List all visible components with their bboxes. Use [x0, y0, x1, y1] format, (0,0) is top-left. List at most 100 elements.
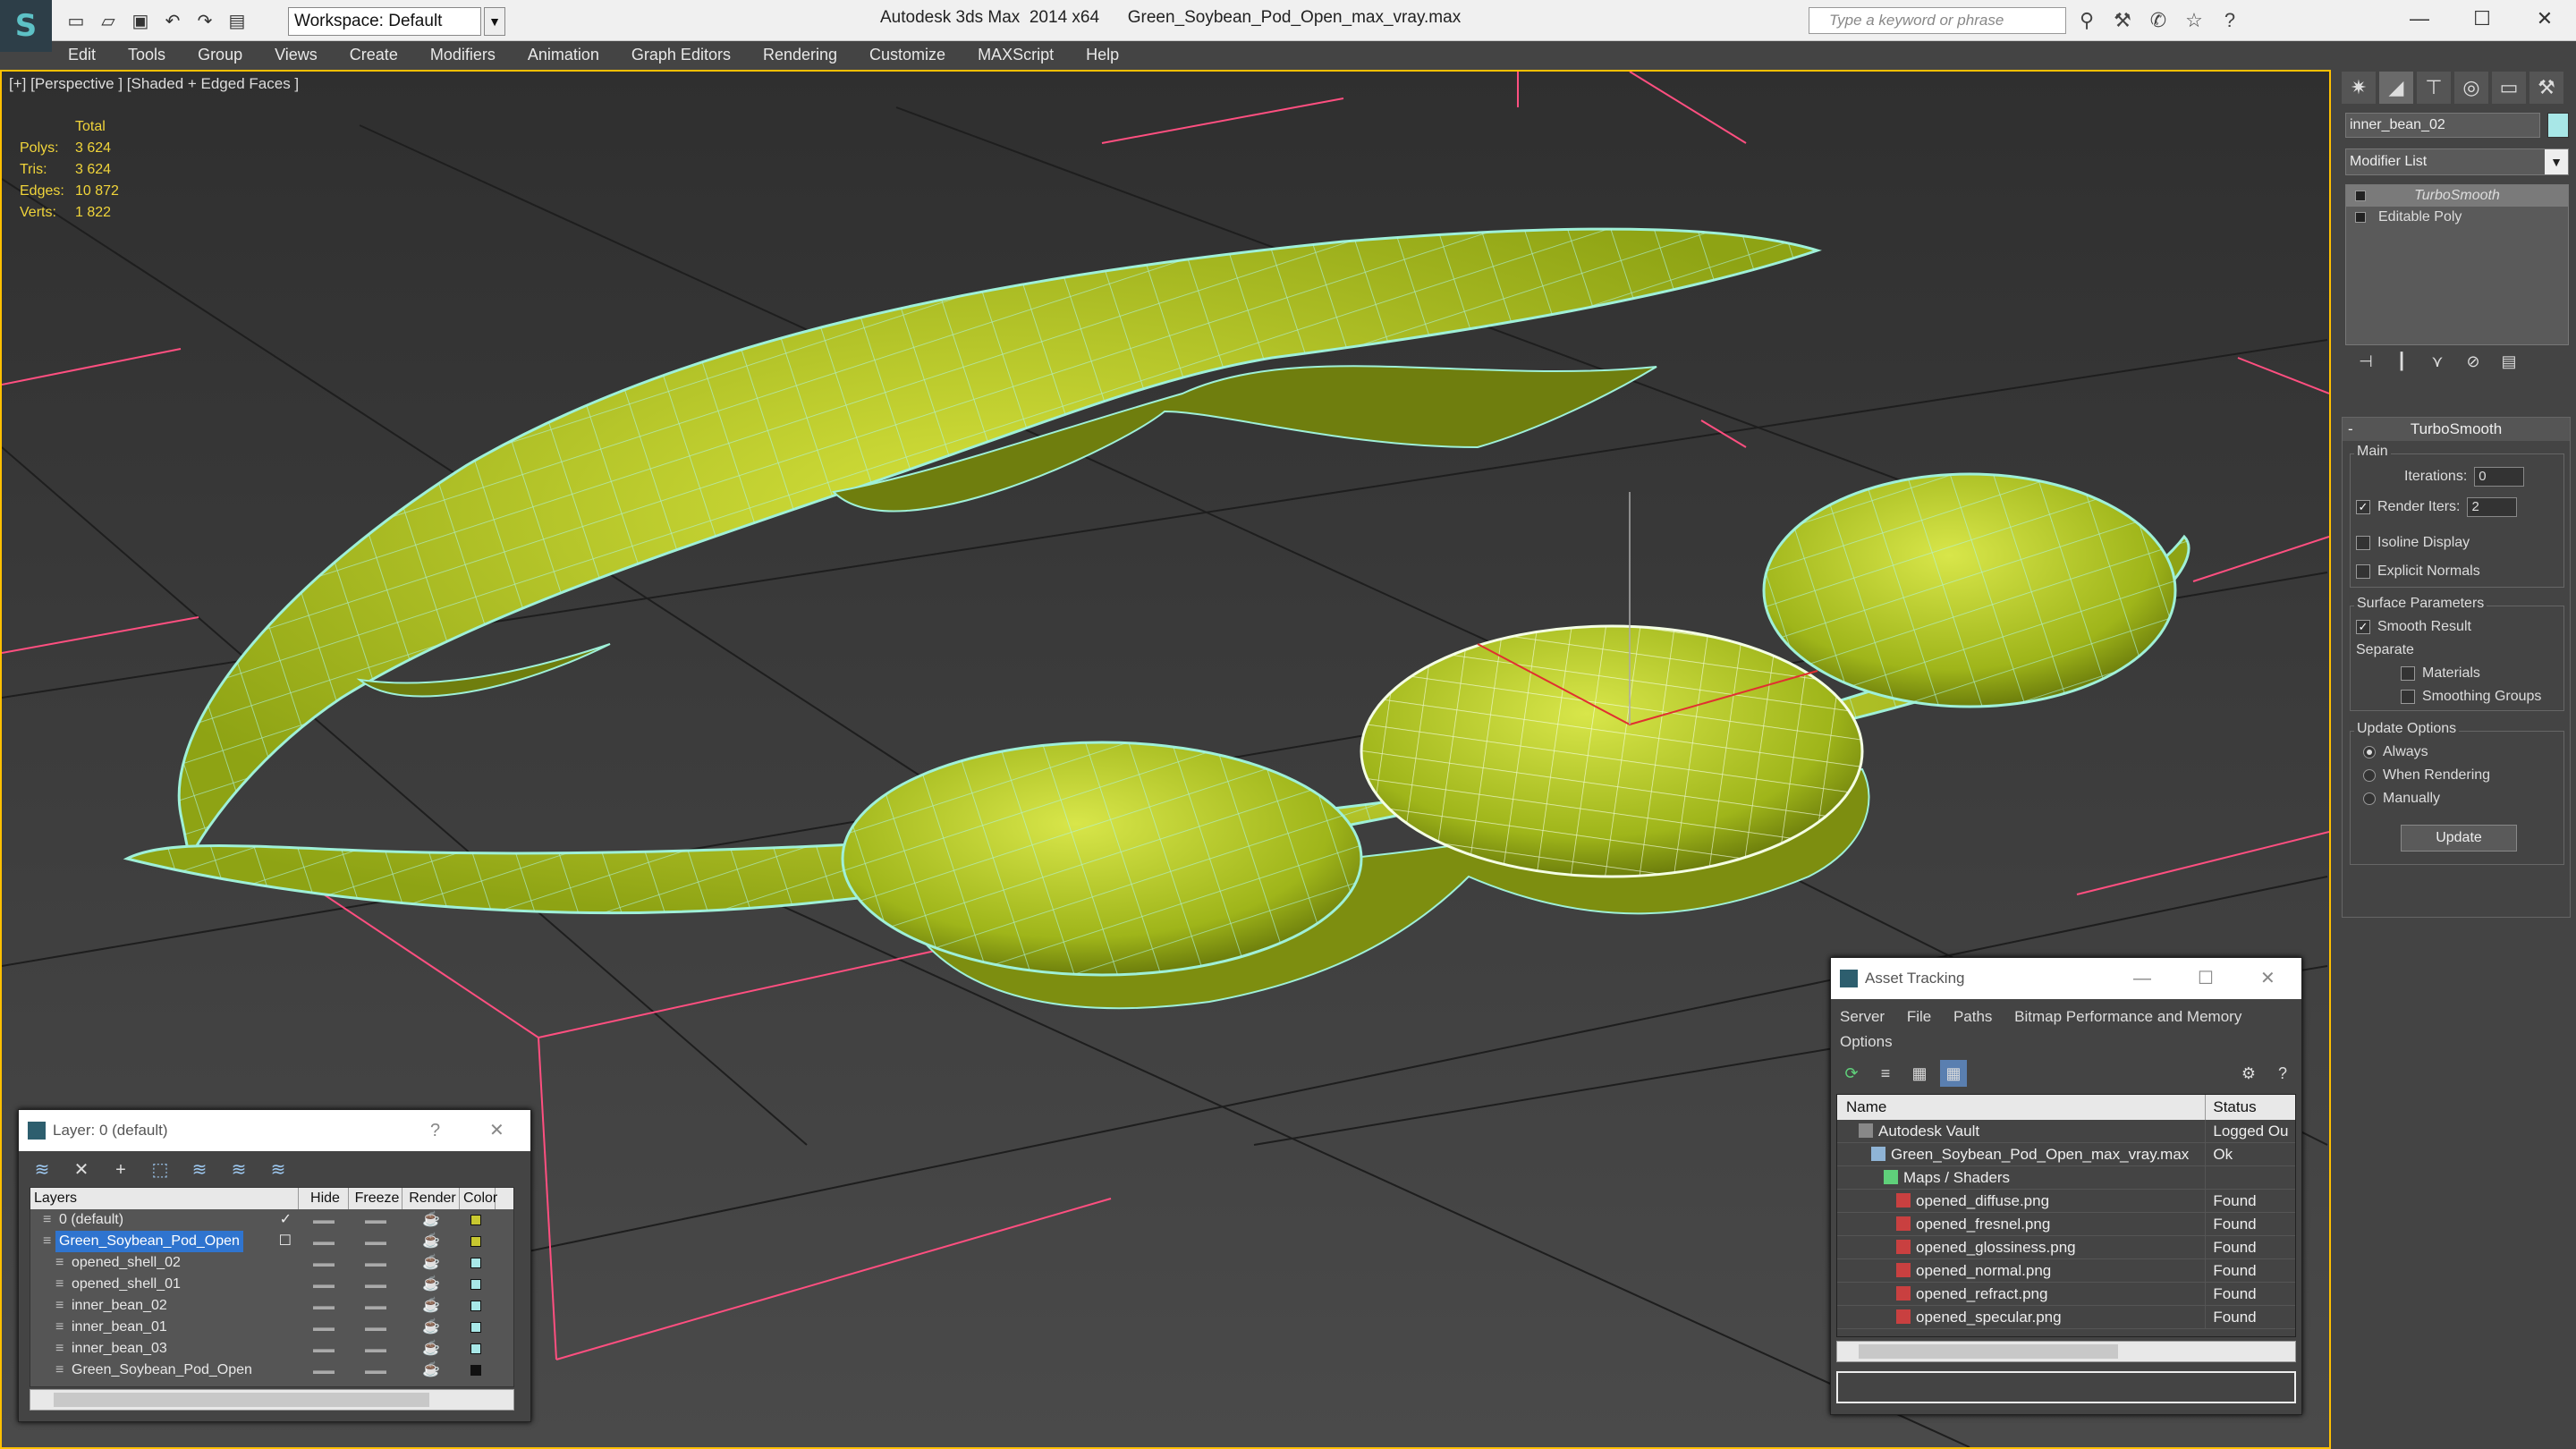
hide-toggle[interactable]: ▬▬	[299, 1360, 349, 1381]
hide-toggle[interactable]: ▬▬	[299, 1274, 349, 1295]
layer-name[interactable]: 0 (default)	[55, 1209, 127, 1231]
manually-radio[interactable]	[2363, 792, 2376, 805]
save-file-icon[interactable]: ▣	[127, 7, 154, 34]
menu-file[interactable]: File	[1907, 1008, 1931, 1025]
close-icon[interactable]: ✕	[489, 1110, 504, 1151]
inner-bean-01[interactable]	[841, 741, 1363, 977]
new-layer-icon[interactable]: ≋	[28, 1157, 56, 1183]
help-icon[interactable]: ?	[430, 1110, 440, 1151]
layer-color-swatch[interactable]	[470, 1215, 481, 1225]
stack-item-editable-poly[interactable]: Editable Poly	[2346, 207, 2568, 228]
rollout-header[interactable]: - TurboSmooth	[2343, 418, 2570, 441]
table-view-icon[interactable]: ▦	[1940, 1060, 1967, 1087]
stack-item-turbosmooth[interactable]: TurboSmooth	[2346, 185, 2568, 207]
hide-toggle[interactable]: ▬▬	[299, 1295, 349, 1317]
col-hide[interactable]: Hide	[299, 1188, 349, 1209]
hide-toggle[interactable]: ▬▬	[299, 1338, 349, 1360]
menu-graph-editors[interactable]: Graph Editors	[615, 41, 747, 68]
current-layer-indicator[interactable]: ✓	[280, 1209, 292, 1231]
asset-row[interactable]: Autodesk Vault Logged Ou	[1837, 1120, 2295, 1143]
menu-views[interactable]: Views	[258, 41, 334, 68]
layer-row[interactable]: opened_shell_01 ≡ ▬▬ ▬▬ ☕	[30, 1274, 513, 1295]
render-teapot-icon[interactable]: ☕	[402, 1231, 460, 1252]
freeze-toggle[interactable]: ▬▬	[349, 1231, 402, 1252]
subscription-icon[interactable]: ⚒	[2109, 7, 2136, 34]
asset-row[interactable]: Maps / Shaders	[1837, 1166, 2295, 1190]
hide-toggle[interactable]: ▬▬	[299, 1252, 349, 1274]
object-color-swatch[interactable]	[2547, 113, 2569, 138]
layer-name[interactable]: inner_bean_03	[68, 1338, 171, 1360]
undo-icon[interactable]: ↶	[159, 7, 186, 34]
minimize-icon[interactable]: —	[2388, 0, 2451, 38]
layer-color-swatch[interactable]	[470, 1279, 481, 1290]
freeze-toggle[interactable]: ▬▬	[349, 1338, 402, 1360]
asset-row[interactable]: opened_specular.png Found	[1837, 1306, 2295, 1329]
delete-layer-icon[interactable]: ✕	[67, 1157, 96, 1183]
menu-server[interactable]: Server	[1840, 1008, 1885, 1025]
col-name[interactable]: Name	[1837, 1095, 2207, 1120]
freeze-toggle[interactable]: ▬▬	[349, 1295, 402, 1317]
col-color[interactable]: Color	[460, 1188, 497, 1209]
col-layers[interactable]: Layers	[30, 1188, 299, 1209]
layer-row[interactable]: inner_bean_02 ≡ ▬▬ ▬▬ ☕	[30, 1295, 513, 1317]
freeze-toggle[interactable]: ▬▬	[349, 1360, 402, 1381]
add-selection-icon[interactable]: +	[106, 1157, 135, 1183]
when-rendering-radio[interactable]	[2363, 769, 2376, 782]
isoline-checkbox[interactable]	[2356, 536, 2370, 550]
layer-color-swatch[interactable]	[470, 1322, 481, 1333]
layer-row[interactable]: Green_Soybean_Pod_Open ≡ ☐ ▬▬ ▬▬ ☕	[30, 1231, 513, 1252]
layer-name[interactable]: inner_bean_02	[68, 1295, 171, 1317]
hide-toggle[interactable]: ▬▬	[299, 1209, 349, 1231]
menu-modifiers[interactable]: Modifiers	[414, 41, 512, 68]
asset-row[interactable]: opened_refract.png Found	[1837, 1283, 2295, 1306]
layer-row[interactable]: inner_bean_01 ≡ ▬▬ ▬▬ ☕	[30, 1317, 513, 1338]
menu-animation[interactable]: Animation	[512, 41, 615, 68]
chevron-down-icon[interactable]: ▼	[2545, 149, 2568, 174]
inner-bean-03[interactable]	[1762, 472, 2177, 708]
layer-color-swatch[interactable]	[470, 1365, 481, 1376]
menu-tools[interactable]: Tools	[112, 41, 182, 68]
col-status[interactable]: Status	[2206, 1095, 2295, 1120]
render-teapot-icon[interactable]: ☕	[402, 1317, 460, 1338]
display-tab-icon[interactable]: ▭	[2492, 72, 2526, 104]
materials-checkbox[interactable]	[2401, 666, 2415, 681]
menu-group[interactable]: Group	[182, 41, 258, 68]
menu-edit[interactable]: Edit	[52, 41, 112, 68]
col-freeze[interactable]: Freeze	[349, 1188, 402, 1209]
freeze-toggle[interactable]: ▬▬	[349, 1252, 402, 1274]
hide-toggle[interactable]: ▬▬	[299, 1317, 349, 1338]
workspace-select[interactable]: Workspace: Default ▼	[288, 7, 505, 36]
layer-name[interactable]: Green_Soybean_Pod_Open	[55, 1231, 243, 1252]
highlight-layer-icon[interactable]: ≋	[185, 1157, 214, 1183]
menu-bitmap-performance[interactable]: Bitmap Performance and Memory	[2014, 1008, 2241, 1025]
open-file-icon[interactable]: ▱	[95, 7, 122, 34]
project-folder-icon[interactable]: ▤	[224, 7, 250, 34]
freeze-all-icon[interactable]: ≋	[264, 1157, 292, 1183]
menu-help[interactable]: Help	[1070, 41, 1135, 68]
maximize-icon[interactable]: ☐	[2198, 958, 2214, 999]
create-tab-icon[interactable]: ✷	[2342, 72, 2376, 104]
viewport-label[interactable]: [+] [Perspective ] [Shaded + Edged Faces…	[9, 75, 299, 93]
make-unique-icon[interactable]: ⋎	[2426, 352, 2449, 376]
render-teapot-icon[interactable]: ☕	[402, 1338, 460, 1360]
refresh-icon[interactable]: ⟳	[1838, 1060, 1865, 1087]
maximize-icon[interactable]: ☐	[2451, 0, 2513, 38]
help-icon[interactable]: ?	[2216, 7, 2243, 34]
app-logo-icon[interactable]: S	[0, 0, 52, 52]
minimize-icon[interactable]: —	[2133, 958, 2151, 999]
communication-icon[interactable]: ✆	[2145, 7, 2172, 34]
list-view-icon[interactable]: ≡	[1872, 1060, 1899, 1087]
layer-row[interactable]: Green_Soybean_Pod_Open ≡ ▬▬ ▬▬ ☕	[30, 1360, 513, 1381]
asset-row[interactable]: opened_normal.png Found	[1837, 1259, 2295, 1283]
layer-color-swatch[interactable]	[470, 1258, 481, 1268]
render-teapot-icon[interactable]: ☕	[402, 1295, 460, 1317]
show-end-result-icon[interactable]: ┃	[2390, 352, 2413, 376]
help-icon[interactable]: ?	[2269, 1060, 2296, 1087]
remove-modifier-icon[interactable]: ⊘	[2462, 352, 2485, 376]
scroll-thumb[interactable]	[1859, 1344, 2118, 1359]
layer-color-swatch[interactable]	[470, 1343, 481, 1354]
freeze-toggle[interactable]: ▬▬	[349, 1317, 402, 1338]
thumbnail-view-icon[interactable]: ▦	[1906, 1060, 1933, 1087]
render-teapot-icon[interactable]: ☕	[402, 1252, 460, 1274]
freeze-toggle[interactable]: ▬▬	[349, 1274, 402, 1295]
